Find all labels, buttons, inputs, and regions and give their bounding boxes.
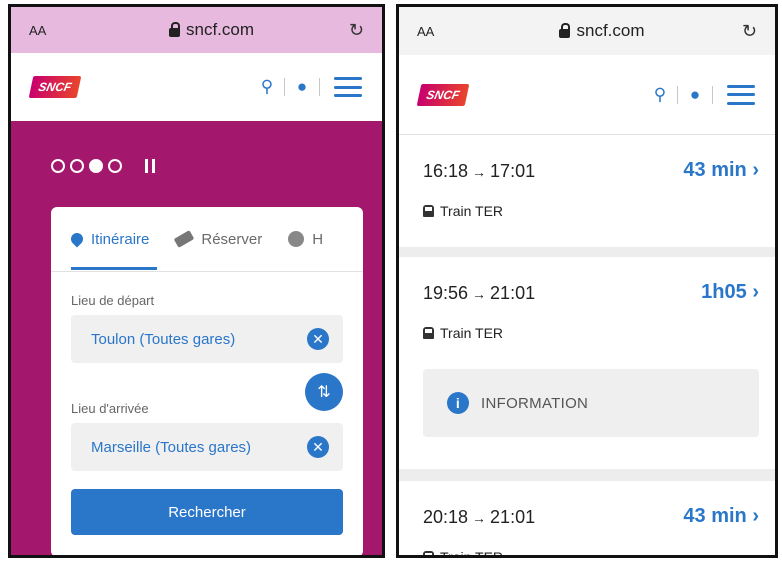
- reload-icon[interactable]: ↻: [727, 21, 757, 42]
- arrival-label: Lieu d'arrivée: [71, 401, 149, 416]
- journey-type: Train TER: [423, 325, 503, 341]
- divider: [712, 85, 713, 104]
- browser-url-bar[interactable]: AA sncf.com ↻: [11, 7, 382, 53]
- reload-icon[interactable]: ↻: [334, 20, 364, 41]
- url-display[interactable]: sncf.com: [89, 20, 334, 40]
- arrow-icon: →: [472, 286, 487, 302]
- sncf-logo[interactable]: SNCF: [28, 76, 82, 98]
- journey-card[interactable]: 19:56 → 21:01 1h05 › Train TER i INFORMATI…: [399, 257, 775, 469]
- ticket-icon: [174, 230, 195, 248]
- search-icon[interactable]: ⚲: [649, 85, 671, 105]
- tab-label: Itinéraire: [91, 230, 150, 248]
- journey-times: 19:56 → 21:01: [423, 283, 535, 304]
- train-icon: [423, 205, 434, 217]
- chevron-right-icon: ›: [752, 281, 759, 303]
- divider: [319, 78, 320, 96]
- journey-duration: 43 min ›: [683, 159, 759, 182]
- carousel-dot[interactable]: [108, 159, 122, 173]
- menu-icon[interactable]: [727, 84, 755, 105]
- url-text: sncf.com: [576, 21, 645, 40]
- carousel-dot[interactable]: [51, 159, 65, 173]
- duration-text: 1h05: [701, 281, 747, 303]
- account-icon[interactable]: ●: [684, 85, 706, 105]
- browser-url-bar[interactable]: AA sncf.com ↻: [399, 7, 775, 55]
- duration-text: 43 min: [683, 505, 747, 527]
- header-icons: ⚲ ●: [256, 77, 362, 97]
- site-header: SNCF ⚲ ●: [399, 55, 775, 135]
- departure-time: 19:56: [423, 283, 469, 303]
- train-icon: [423, 327, 434, 339]
- departure-label: Lieu de départ: [71, 293, 155, 308]
- journey-times: 16:18 → 17:01: [423, 161, 535, 182]
- url-text: sncf.com: [185, 20, 255, 39]
- swap-stations-icon[interactable]: ⇅: [305, 373, 343, 411]
- menu-icon[interactable]: [334, 77, 362, 97]
- chevron-right-icon: ›: [752, 505, 759, 527]
- url-display[interactable]: sncf.com: [477, 21, 727, 41]
- right-phone-screen: AA sncf.com ↻ SNCF ⚲ ● 16:18 → 17:01 43 mi…: [396, 4, 778, 558]
- information-label: INFORMATION: [481, 394, 589, 412]
- departure-field[interactable]: Toulon (Toutes gares) ✕: [71, 315, 343, 363]
- card-tabs: Itinéraire Réserver H: [51, 207, 363, 272]
- info-icon: i: [447, 392, 469, 414]
- clock-icon: [288, 231, 305, 247]
- journey-list: 16:18 → 17:01 43 min › Train TER 19:56 → 21:…: [399, 135, 775, 558]
- tab-reserver[interactable]: Réserver: [174, 230, 263, 248]
- active-tab-underline: [71, 267, 157, 270]
- carousel-dot-active[interactable]: [89, 159, 103, 173]
- journey-duration: 1h05 ›: [701, 281, 759, 304]
- arrival-value: Marseille (Toutes gares): [91, 438, 252, 456]
- chevron-right-icon: ›: [752, 159, 759, 181]
- sncf-logo[interactable]: SNCF: [416, 83, 470, 106]
- arrow-icon: →: [472, 164, 487, 180]
- journey-card[interactable]: 20:18 → 21:01 43 min › Train TER: [399, 481, 775, 558]
- information-box[interactable]: i INFORMATION: [423, 369, 759, 437]
- tab-itineraire[interactable]: Itinéraire: [68, 230, 150, 248]
- clear-arrival-icon[interactable]: ✕: [307, 436, 329, 458]
- journey-type: Train TER: [423, 549, 504, 558]
- tab-horaires[interactable]: H: [288, 231, 323, 248]
- departure-time: 16:18: [423, 161, 469, 181]
- arrival-time: 21:01: [490, 283, 536, 303]
- tab-label: Réserver: [201, 230, 263, 248]
- text-size-button[interactable]: AA: [417, 24, 477, 39]
- lock-icon: [168, 21, 180, 37]
- train-icon: [423, 551, 434, 555]
- duration-text: 43 min: [683, 159, 747, 181]
- journey-times: 20:18 → 21:01: [423, 507, 535, 528]
- search-button[interactable]: Rechercher: [71, 489, 343, 535]
- journey-type-label: Train TER: [440, 203, 504, 219]
- search-icon[interactable]: ⚲: [256, 77, 278, 97]
- lock-icon: [559, 22, 571, 38]
- journey-card[interactable]: 16:18 → 17:01 43 min › Train TER: [399, 135, 775, 247]
- journey-type-label: Train TER: [440, 549, 504, 558]
- clear-departure-icon[interactable]: ✕: [307, 328, 329, 350]
- journey-type-label: Train TER: [440, 325, 504, 341]
- journey-type: Train TER: [423, 203, 503, 219]
- text-size-button[interactable]: AA: [29, 23, 89, 38]
- pause-icon[interactable]: [145, 159, 155, 173]
- arrival-time: 17:01: [490, 161, 536, 181]
- header-icons: ⚲ ●: [649, 84, 755, 105]
- tab-label: H: [312, 230, 324, 248]
- arrival-time: 21:01: [490, 507, 536, 527]
- carousel-controls: [51, 159, 155, 173]
- left-phone-screen: AA sncf.com ↻ SNCF ⚲ ● Itinéraire Réserv…: [8, 4, 385, 558]
- divider: [284, 78, 285, 96]
- departure-value: Toulon (Toutes gares): [91, 330, 236, 348]
- arrival-field[interactable]: Marseille (Toutes gares) ✕: [71, 423, 343, 471]
- journey-duration: 43 min ›: [683, 505, 759, 528]
- departure-time: 20:18: [423, 507, 469, 527]
- account-icon[interactable]: ●: [291, 77, 313, 97]
- site-header: SNCF ⚲ ●: [11, 53, 382, 121]
- divider: [677, 85, 678, 104]
- carousel-dot[interactable]: [70, 159, 84, 173]
- arrow-icon: →: [472, 510, 487, 526]
- location-pin-icon: [68, 230, 86, 248]
